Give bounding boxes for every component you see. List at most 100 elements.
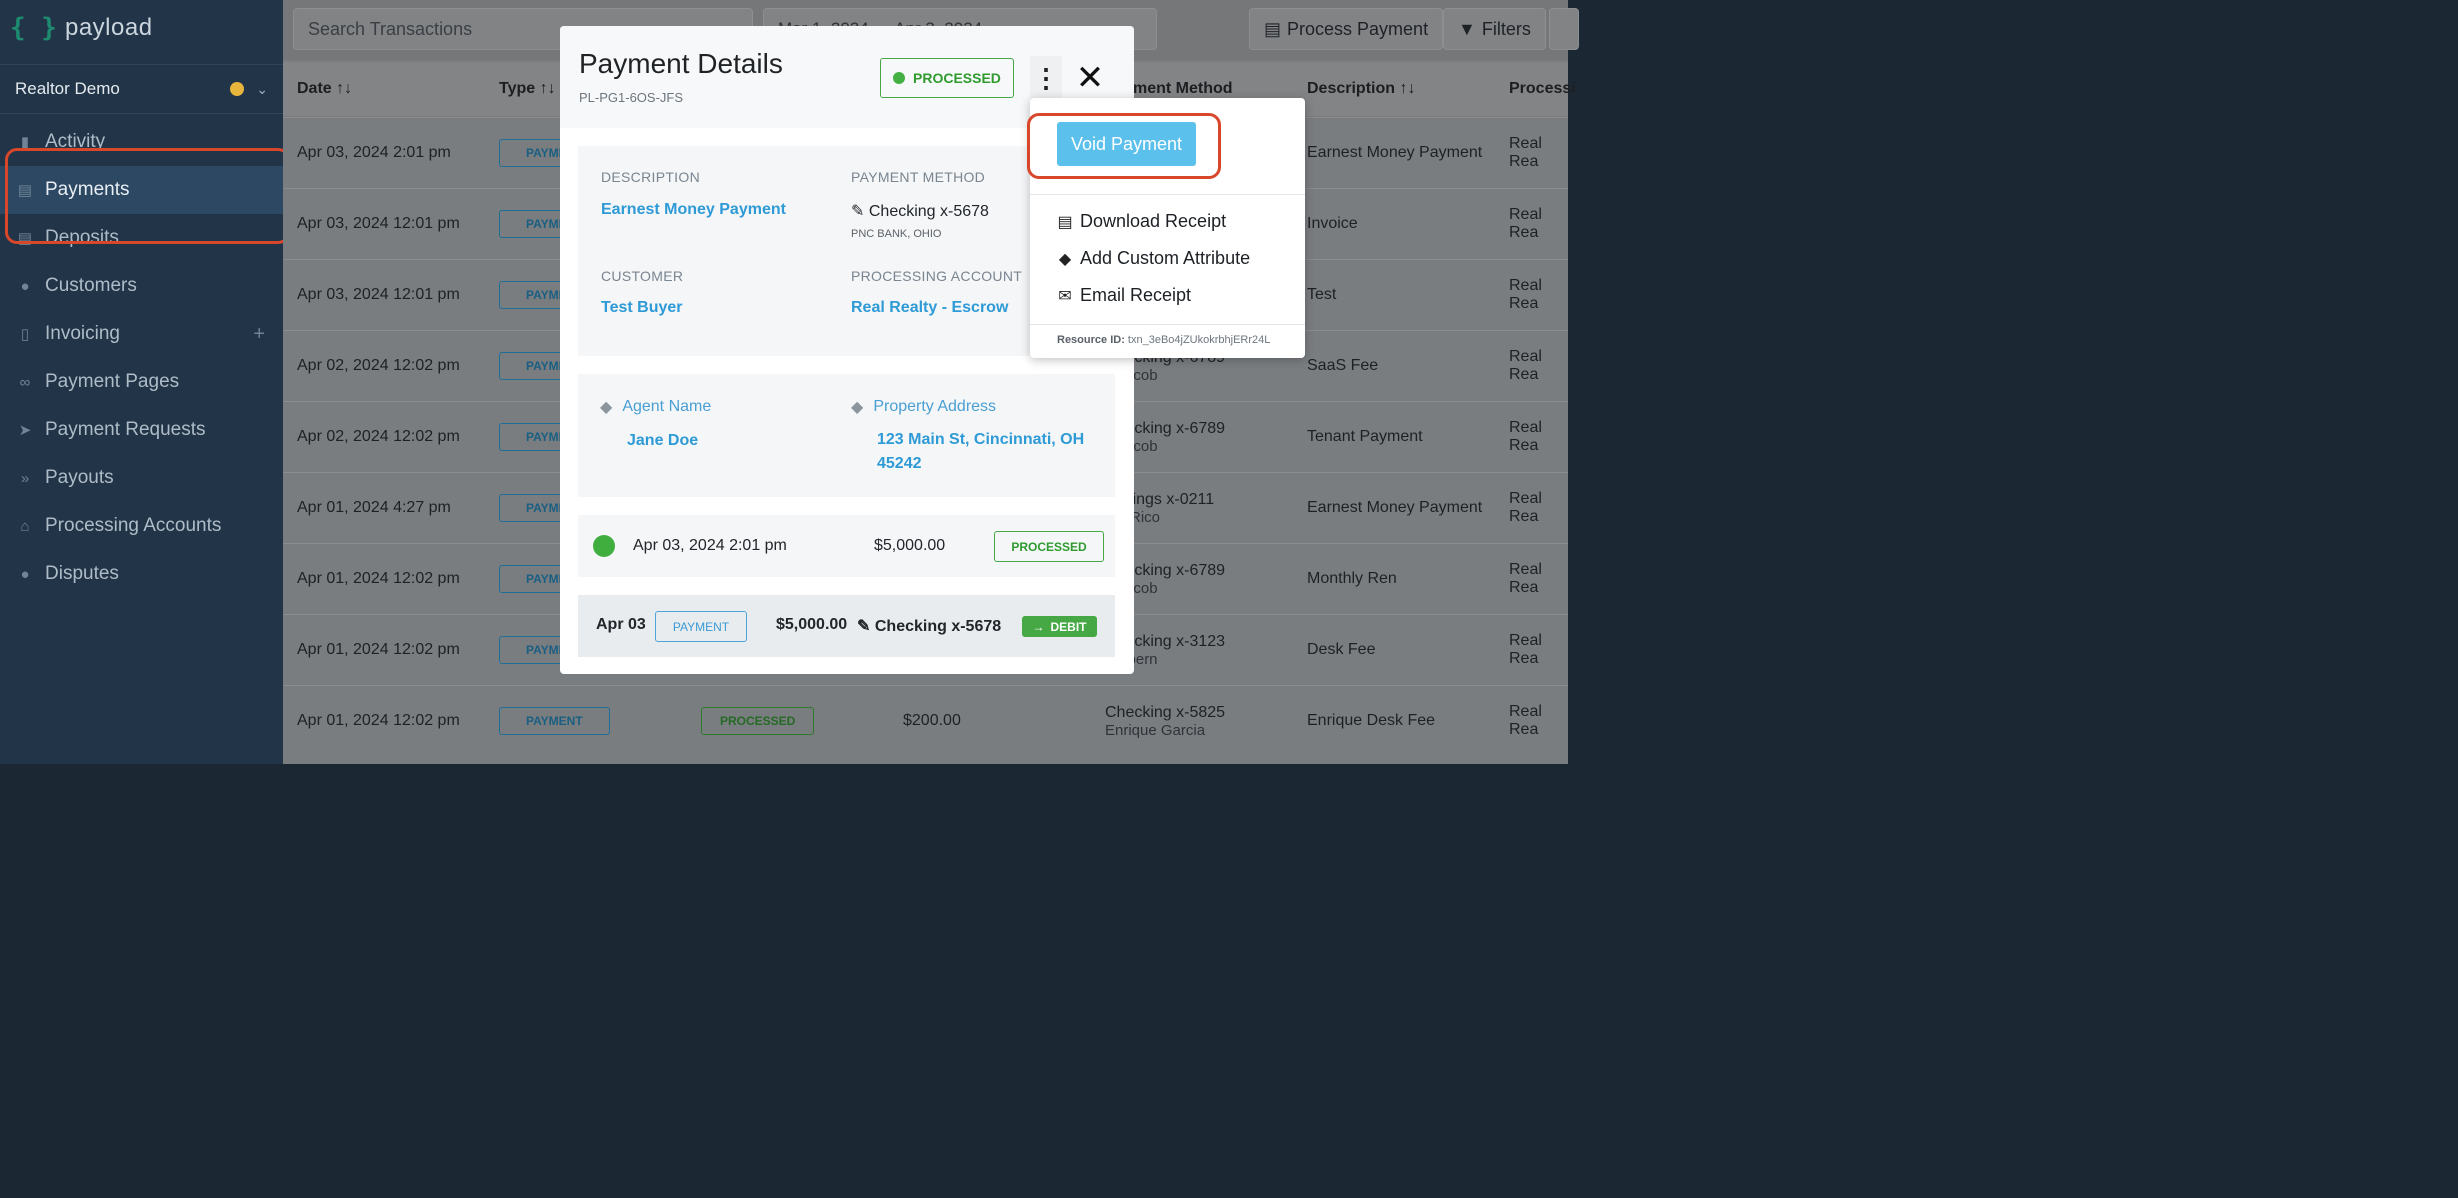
highlight-annotation xyxy=(1027,113,1221,179)
email-receipt-item[interactable]: ✉ Email Receipt xyxy=(1056,285,1191,306)
cell-date: Apr 01, 2024 12:02 pm xyxy=(297,615,460,685)
users-icon: ● xyxy=(20,277,30,295)
col-type[interactable]: Type ↑↓ xyxy=(499,80,556,98)
cell-description: SaaS Fee xyxy=(1307,331,1378,401)
org-name: Realtor Demo xyxy=(15,79,120,98)
method-sub-text: Enrique Garcia xyxy=(1105,721,1206,739)
cell-description-text: Earnest Money Payment xyxy=(1307,499,1483,516)
sidebar-item-label: Customers xyxy=(45,275,137,296)
cell-date: Apr 03, 2024 2:01 pm xyxy=(297,118,451,188)
agent-name-label: ◆ Agent Name xyxy=(600,397,711,417)
status-dot-icon xyxy=(893,72,905,84)
plus-icon[interactable]: + xyxy=(253,323,265,346)
cell-description-text: Earnest Money Payment xyxy=(1307,144,1483,161)
link-icon: ∞ xyxy=(19,373,31,391)
more-options-icon[interactable]: ⋮ xyxy=(1030,56,1062,100)
cell-description: Desk Fee xyxy=(1307,615,1375,685)
status-dot-icon xyxy=(593,535,615,557)
cell-processing: Real Rea xyxy=(1509,473,1568,543)
cell-processing-text: Real Rea xyxy=(1509,703,1542,738)
cell-status-text: PROCESSED xyxy=(701,707,815,735)
process-payment-label: Process Payment xyxy=(1287,18,1429,39)
debit-badge: → DEBIT xyxy=(1022,616,1097,637)
cell-processing-text: Real Rea xyxy=(1509,632,1542,667)
status-label: PROCESSED xyxy=(913,70,1001,86)
col-date[interactable]: Date ↑↓ xyxy=(297,80,352,98)
close-icon[interactable]: ✕ xyxy=(1074,56,1106,100)
add-custom-attribute-item[interactable]: ◆ Add Custom Attribute xyxy=(1056,248,1250,269)
process-payment-button[interactable]: ▤ Process Payment xyxy=(1249,8,1444,50)
sidebar-item-customers[interactable]: ● Customers xyxy=(0,262,283,310)
cell-processing: Real Rea xyxy=(1509,402,1568,472)
cell-processing: Real Rea xyxy=(1509,544,1568,614)
download-receipt-label: Download Receipt xyxy=(1080,211,1227,231)
processing-account-link[interactable]: Real Realty - Escrow xyxy=(851,299,1008,317)
sidebar-item-payouts[interactable]: » Payouts xyxy=(0,454,283,502)
event-date: Apr 03, 2024 2:01 pm xyxy=(633,537,787,554)
description-link[interactable]: Earnest Money Payment xyxy=(601,201,786,219)
status-history-row: Apr 03, 2024 2:01 pm $5,000.00 PROCESSED xyxy=(578,515,1115,577)
property-address-label: ◆ Property Address xyxy=(851,397,996,417)
sidebar-item-payment-pages[interactable]: ∞ Payment Pages xyxy=(0,358,283,406)
cell-description-text: SaaS Fee xyxy=(1307,357,1379,374)
description-label: DESCRIPTION xyxy=(601,169,700,185)
sidebar-item-disputes[interactable]: ● Disputes xyxy=(0,550,283,598)
cell-date-text: Apr 01, 2024 12:02 pm xyxy=(297,712,460,729)
col-description[interactable]: Description ↑↓ xyxy=(1307,80,1415,98)
cell-date: Apr 03, 2024 12:01 pm xyxy=(297,260,460,330)
logo[interactable]: { } payload xyxy=(10,8,153,48)
cell-date: Apr 03, 2024 12:01 pm xyxy=(297,189,460,259)
download-receipt-item[interactable]: ▤ Download Receipt xyxy=(1056,211,1226,232)
cell-type-text: PAYMENT xyxy=(499,707,610,735)
cell-description: Earnest Money Payment xyxy=(1307,473,1482,543)
ledger-amount: $5,000.00 xyxy=(776,616,848,633)
col-method[interactable]: ment Method xyxy=(1133,80,1233,98)
cell-date-text: Apr 03, 2024 12:01 pm xyxy=(297,286,460,303)
cell-description: Enrique Desk Fee xyxy=(1307,686,1435,756)
sidebar-item-label: Payment Pages xyxy=(45,371,180,392)
sidebar: { } payload Realtor Demo ⌄ ▮ Activity ▤ … xyxy=(0,0,283,764)
filters-label: Filters xyxy=(1481,18,1531,39)
sidebar-item-label: Payment Requests xyxy=(45,419,206,440)
filters-button[interactable]: ▼ Filters xyxy=(1443,8,1546,50)
cell-date-text: Apr 03, 2024 12:01 pm xyxy=(297,215,460,232)
payment-method-value: ✎ Checking x-5678 xyxy=(851,201,989,221)
receipt-icon: ▤ xyxy=(1057,213,1073,231)
logo-text: payload xyxy=(64,14,153,41)
ledger-row: Apr 03 PAYMENT $5,000.00 ✎ Checking x-56… xyxy=(578,595,1115,657)
tag-icon: ◆ xyxy=(600,399,613,416)
payment-method-label: PAYMENT METHOD xyxy=(851,169,986,185)
bank-icon: ⌂ xyxy=(20,517,30,535)
agent-label-text: Agent Name xyxy=(622,398,712,415)
cell-processing: Real Rea xyxy=(1509,331,1568,401)
divider xyxy=(1030,194,1305,195)
resource-id-label: Resource ID: xyxy=(1057,334,1125,346)
sidebar-item-processing-accounts[interactable]: ⌂ Processing Accounts xyxy=(0,502,283,550)
ledger-method-text: Checking x-5678 xyxy=(874,618,1002,635)
chevron-down-icon: ⌄ xyxy=(256,80,268,97)
cell-date-text: Apr 01, 2024 12:02 pm xyxy=(297,641,460,658)
col-processing[interactable]: Processi xyxy=(1509,80,1576,98)
cell-description: Monthly Ren xyxy=(1307,544,1397,614)
ledger-date: Apr 03 xyxy=(596,616,646,633)
alert-icon: ● xyxy=(20,565,30,583)
cell-date-text: Apr 01, 2024 12:02 pm xyxy=(297,570,460,587)
org-switcher[interactable]: Realtor Demo ⌄ xyxy=(0,64,283,114)
customer-link[interactable]: Test Buyer xyxy=(601,299,683,317)
cell-description: Test xyxy=(1307,260,1336,330)
cell-description-text: Monthly Ren xyxy=(1307,570,1397,587)
customer-label: CUSTOMER xyxy=(601,268,684,284)
ledger-type-badge: PAYMENT xyxy=(655,611,747,642)
payment-method-text: Checking x-5678 xyxy=(868,203,989,220)
table-row[interactable]: Apr 01, 2024 12:02 pm PAYMENT PROCESSED $20… xyxy=(283,685,1568,755)
add-custom-attribute-label: Add Custom Attribute xyxy=(1080,248,1251,268)
cell-processing: Real Rea xyxy=(1509,615,1568,685)
cell-processing: Real Rea xyxy=(1509,686,1568,756)
sidebar-item-payment-requests[interactable]: ➤ Payment Requests xyxy=(0,406,283,454)
filter-icon: ▼ xyxy=(1458,18,1476,39)
more-toolbar-button[interactable] xyxy=(1549,8,1579,50)
property-address-line2: 45242 xyxy=(877,455,922,472)
sidebar-item-label: Processing Accounts xyxy=(45,515,222,536)
sidebar-item-invoicing[interactable]: ▯ Invoicing + xyxy=(0,310,283,358)
cell-amount-text: $200.00 xyxy=(903,712,961,729)
